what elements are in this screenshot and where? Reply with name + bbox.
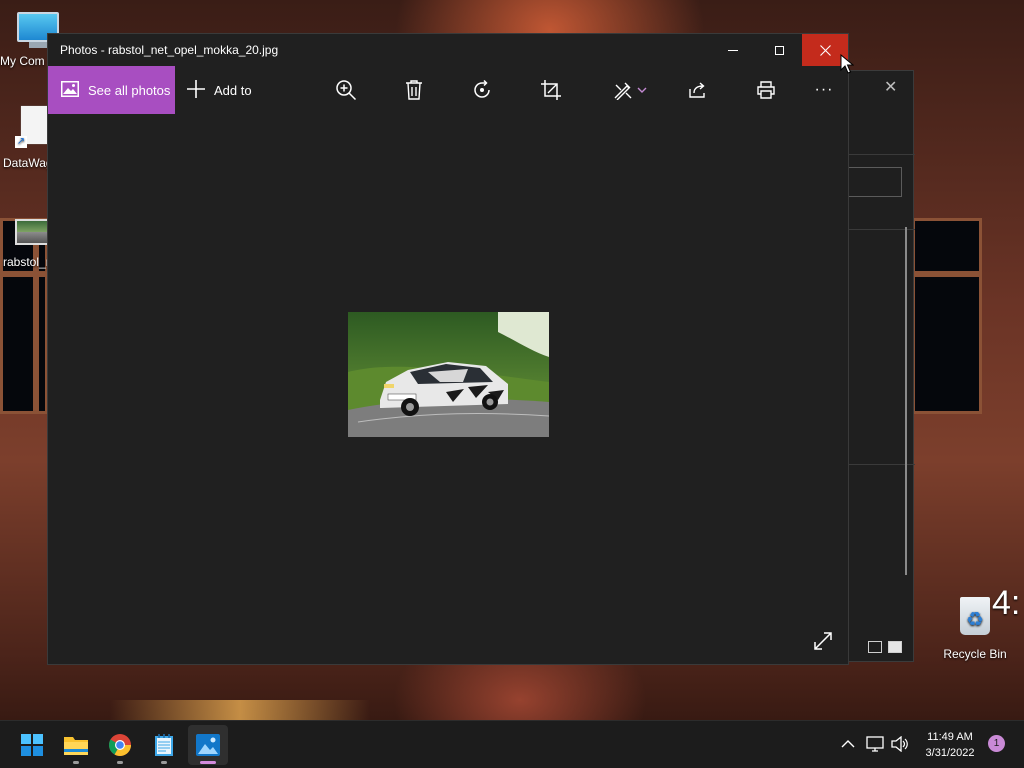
notepad-icon <box>155 734 173 756</box>
title-bar[interactable]: Photos - rabstol_net_opel_mokka_20.jpg <box>48 34 848 66</box>
minimize-button[interactable] <box>710 34 756 66</box>
plus-icon <box>186 79 206 102</box>
volume-button[interactable] <box>891 735 909 753</box>
minimize-icon <box>728 49 738 51</box>
print-button[interactable] <box>754 78 778 102</box>
desktop-icon-label: Recycle Bin <box>943 647 1007 661</box>
taskbar-photos[interactable] <box>188 725 228 765</box>
add-to-button[interactable]: Add to <box>186 66 252 114</box>
chevron-down-icon <box>637 87 647 93</box>
delete-button[interactable] <box>402 78 426 102</box>
chrome-icon <box>109 734 131 756</box>
large-icons-view-icon[interactable] <box>888 641 902 653</box>
notification-badge[interactable]: 1 <box>988 735 1005 752</box>
rotate-icon <box>474 79 490 98</box>
more-icon: ··· <box>814 81 834 98</box>
crop-button[interactable] <box>539 78 563 102</box>
taskbar: 11:49 AM 3/31/2022 1 <box>0 720 1024 768</box>
image-thumbnail-icon <box>15 219 49 245</box>
taskbar-file-explorer[interactable] <box>56 725 96 765</box>
folder-icon <box>64 737 88 755</box>
edit-icon <box>614 82 632 100</box>
shortcut-document-icon: ↗ <box>15 106 49 148</box>
expand-fullscreen-button[interactable] <box>812 630 834 652</box>
vertical-scrollbar[interactable] <box>905 227 907 575</box>
photo-canvas[interactable] <box>48 114 848 664</box>
zoom-in-icon <box>336 80 357 101</box>
maximize-icon <box>774 45 784 55</box>
taskbar-clock[interactable]: 11:49 AM 3/31/2022 <box>914 729 986 761</box>
see-all-photos-label: See all photos <box>88 82 171 98</box>
expand-icon <box>814 632 832 650</box>
taskbar-chrome[interactable] <box>100 725 140 765</box>
network-status-button[interactable] <box>866 735 884 753</box>
speaker-icon <box>891 736 908 752</box>
network-icon <box>866 736 884 752</box>
edit-and-create-button[interactable] <box>610 78 650 102</box>
more-options-button[interactable]: ··· <box>812 78 836 102</box>
chevron-up-icon <box>841 740 855 748</box>
photos-app-window: Photos - rabstol_net_opel_mokka_20.jpg S… <box>47 33 849 665</box>
window-title: Photos - rabstol_net_opel_mokka_20.jpg <box>60 43 279 57</box>
rotate-button[interactable] <box>470 78 494 102</box>
add-to-label: Add to <box>214 82 252 98</box>
toolbar: See all photos Add to ··· <box>48 66 848 114</box>
see-all-photos-button[interactable]: See all photos <box>48 66 175 114</box>
share-icon <box>689 82 705 98</box>
mouse-cursor-icon <box>840 54 854 74</box>
shortcut-arrow-icon: ↗ <box>15 136 27 148</box>
close-icon[interactable]: ✕ <box>884 77 897 97</box>
start-button[interactable] <box>12 725 52 765</box>
crop-icon <box>541 80 561 100</box>
print-icon <box>757 81 775 99</box>
wallpaper-window-right <box>912 218 982 414</box>
clock-time: 11:49 AM <box>927 731 973 743</box>
clock-date: 3/31/2022 <box>925 747 975 759</box>
details-view-icon[interactable] <box>868 641 882 653</box>
show-hidden-icons-button[interactable] <box>839 735 857 753</box>
photo-opel-mokka[interactable] <box>348 312 549 437</box>
windows-logo-icon <box>21 734 43 756</box>
desktop-clock-widget-partial: 4: <box>992 584 1021 622</box>
taskbar-notepad[interactable] <box>144 725 184 765</box>
maximize-button[interactable] <box>756 34 802 66</box>
wallpaper-floor-light <box>110 700 370 720</box>
photo-gallery-icon <box>61 80 79 100</box>
share-button[interactable] <box>686 78 710 102</box>
text-field[interactable] <box>848 167 902 197</box>
close-icon <box>819 44 831 56</box>
recycle-bin-icon <box>960 597 990 635</box>
delete-icon <box>406 80 422 100</box>
background-window[interactable]: ✕ <box>845 70 915 662</box>
zoom-in-button[interactable] <box>334 78 358 102</box>
photos-app-icon <box>196 734 220 756</box>
